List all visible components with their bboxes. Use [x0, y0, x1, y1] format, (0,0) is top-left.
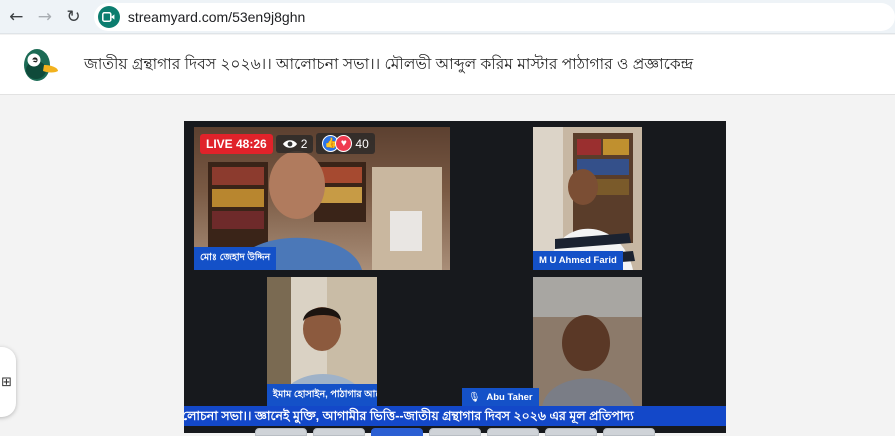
- reaction-count: 👍 ♥ 40: [316, 133, 375, 154]
- ticker-banner: লোচনা সভা।। জ্ঞানেই মুক্তি, আগামীর ভিত্ত…: [184, 406, 726, 426]
- viewer-count-value: 2: [300, 136, 308, 151]
- address-bar[interactable]: streamyard.com/53en9j8ghn: [93, 2, 895, 31]
- svg-text:S: S: [31, 59, 37, 69]
- site-info-icon[interactable]: [97, 5, 120, 28]
- participant-name-tag: মোঃ জেহাদ উদ্দিন: [194, 247, 277, 270]
- eye-icon: [282, 139, 297, 148]
- grid-icon: ⊞: [1, 374, 12, 390]
- bottom-controls: [255, 428, 655, 436]
- participant-tile[interactable]: 🎙 Abu Taher: [462, 277, 642, 407]
- duck-logo-icon: S: [14, 43, 60, 87]
- reaction-count-value: 40: [355, 136, 369, 151]
- broadcast-stage: LIVE 48:26 2 👍 ♥ 40 মোঃ জেহাদ উদ্দিন M U…: [184, 121, 726, 433]
- page-title: জাতীয় গ্রন্থাগার দিবস ২০২৬।। আলোচনা সভা…: [84, 55, 694, 73]
- heart-icon: ♥: [335, 135, 353, 152]
- control-button[interactable]: [545, 428, 597, 436]
- live-stats: LIVE 48:26 2 👍 ♥ 40: [200, 133, 375, 154]
- participant-tile[interactable]: LIVE 48:26 2 👍 ♥ 40 মোঃ জেহাদ উদ্দিন: [194, 127, 450, 270]
- reload-icon[interactable]: ↻: [59, 2, 88, 32]
- side-panel-toggle[interactable]: ⊞: [0, 347, 16, 417]
- url-text: streamyard.com/53en9j8ghn: [127, 8, 306, 25]
- participant-name: M U Ahmed Farid: [539, 255, 617, 266]
- participant-tile[interactable]: M U Ahmed Farid: [533, 127, 642, 270]
- browser-toolbar: ← → ↻ streamyard.com/53en9j8ghn: [0, 0, 895, 34]
- back-icon[interactable]: ←: [2, 2, 31, 32]
- control-button[interactable]: [603, 428, 655, 436]
- control-button[interactable]: [313, 428, 365, 436]
- participant-name: মোঃ জেহাদ উদ্দিন: [200, 252, 271, 263]
- ticker-text: লোচনা সভা।। জ্ঞানেই মুক্তি, আগামীর ভিত্ত…: [184, 409, 634, 423]
- control-button[interactable]: [487, 428, 539, 436]
- mic-muted-icon: 🎙: [468, 392, 481, 403]
- participant-tile[interactable]: ইমাম হোসাইন, পাঠাগার আন্দোলন: [267, 277, 377, 407]
- page-header: S জাতীয় গ্রন্থাগার দিবস ২০২৬।। আলোচনা স…: [0, 35, 895, 95]
- participant-name-tag: M U Ahmed Farid: [533, 251, 623, 270]
- control-button[interactable]: [371, 428, 423, 436]
- viewer-count: 2: [275, 134, 314, 153]
- forward-icon[interactable]: →: [31, 2, 60, 32]
- video-frame: [533, 127, 642, 270]
- participant-name: Abu Taher: [486, 392, 533, 403]
- control-button[interactable]: [255, 428, 307, 436]
- live-badge: LIVE 48:26: [200, 133, 273, 154]
- control-button[interactable]: [429, 428, 481, 436]
- participant-name-tag: 🎙 Abu Taher: [462, 388, 539, 407]
- participant-name-tag: ইমাম হোসাইন, পাঠাগার আন্দোলন: [267, 384, 377, 407]
- participant-name: ইমাম হোসাইন, পাঠাগার আন্দোলন: [273, 389, 377, 400]
